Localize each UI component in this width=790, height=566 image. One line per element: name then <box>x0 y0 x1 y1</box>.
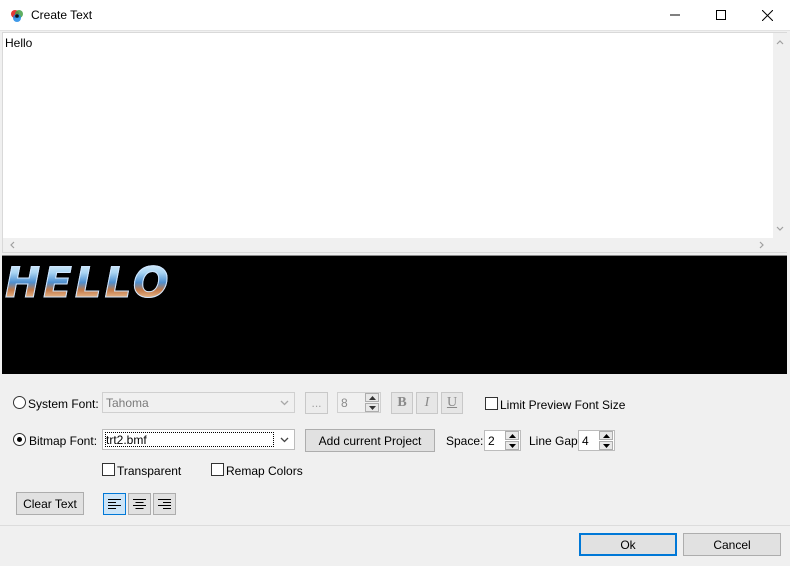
font-size-value: 8 <box>341 396 348 410</box>
close-button[interactable] <box>744 0 790 30</box>
italic-button[interactable]: I <box>416 392 438 414</box>
space-down[interactable] <box>505 441 519 450</box>
transparent-label: Transparent <box>117 464 182 478</box>
bitmap-font-label: Bitmap Font: <box>29 434 98 448</box>
close-icon <box>761 9 773 21</box>
clear-text-button[interactable]: Clear Text <box>16 492 84 515</box>
scroll-up-arrow[interactable] <box>773 35 787 49</box>
minimize-button[interactable] <box>652 0 698 30</box>
align-center-button[interactable] <box>128 493 151 515</box>
align-right-icon <box>158 498 171 509</box>
line-gap-stepper[interactable]: 4 <box>578 430 615 451</box>
horizontal-scrollbar[interactable] <box>3 238 773 252</box>
align-left-button[interactable] <box>103 493 126 515</box>
system-font-radio[interactable] <box>13 396 26 409</box>
rgb-circles-icon <box>11 10 23 22</box>
scrollbar-corner <box>773 238 787 252</box>
triangle-down-icon <box>602 443 610 448</box>
system-font-label: System Font: <box>28 397 99 411</box>
triangle-down-icon <box>368 405 376 410</box>
maximize-button[interactable] <box>698 0 744 30</box>
underline-button[interactable]: U <box>441 392 463 414</box>
preview-text: HELLO <box>5 258 172 308</box>
window-title: Create Text <box>31 8 93 22</box>
chevron-down-icon <box>280 400 289 406</box>
bitmap-font-radio[interactable] <box>13 433 26 446</box>
text-preview: HELLO <box>2 255 787 374</box>
line-gap-up[interactable] <box>599 431 613 440</box>
space-up[interactable] <box>505 431 519 440</box>
browse-font-button[interactable]: ... <box>305 392 328 414</box>
align-left-icon <box>108 498 121 509</box>
line-gap-value: 4 <box>582 434 589 448</box>
chevron-down-icon <box>776 226 784 231</box>
cancel-button[interactable]: Cancel <box>683 533 781 556</box>
bold-button[interactable]: B <box>391 392 413 414</box>
space-stepper[interactable]: 2 <box>484 430 521 451</box>
triangle-up-icon <box>602 433 610 438</box>
chevron-down-icon <box>280 437 289 443</box>
bitmap-font-select[interactable]: trt2.bmf <box>102 429 295 450</box>
text-editor[interactable]: Hello <box>2 32 787 253</box>
bitmap-font-value: trt2.bmf <box>106 433 147 447</box>
remap-colors-label: Remap Colors <box>226 464 303 478</box>
maximize-icon <box>716 10 726 20</box>
system-font-select[interactable]: Tahoma <box>102 392 295 413</box>
chevron-up-icon <box>776 40 784 45</box>
system-font-value: Tahoma <box>106 396 149 410</box>
transparent-checkbox[interactable] <box>102 463 115 476</box>
align-right-button[interactable] <box>153 493 176 515</box>
font-size-down[interactable] <box>365 403 379 412</box>
scroll-right-arrow[interactable] <box>755 238 769 252</box>
ok-button[interactable]: Ok <box>579 533 677 556</box>
align-center-icon <box>133 498 146 509</box>
minimize-icon <box>670 14 680 16</box>
add-current-project-button[interactable]: Add current Project <box>305 429 435 452</box>
scroll-down-arrow[interactable] <box>773 222 787 236</box>
triangle-up-icon <box>508 433 516 438</box>
triangle-down-icon <box>508 443 516 448</box>
space-label: Space: <box>446 434 484 448</box>
limit-preview-label: Limit Preview Font Size <box>500 398 626 412</box>
limit-preview-checkbox[interactable] <box>485 397 498 410</box>
line-gap-down[interactable] <box>599 441 613 450</box>
remap-colors-checkbox[interactable] <box>211 463 224 476</box>
vertical-scrollbar[interactable] <box>773 33 787 239</box>
line-gap-label: Line Gap: <box>529 434 582 448</box>
editor-content[interactable]: Hello <box>5 36 32 50</box>
triangle-up-icon <box>368 395 376 400</box>
chevron-left-icon <box>10 241 15 249</box>
scroll-left-arrow[interactable] <box>5 238 19 252</box>
font-size-up[interactable] <box>365 393 379 402</box>
font-size-stepper[interactable]: 8 <box>337 392 381 413</box>
chevron-right-icon <box>759 241 764 249</box>
space-value: 2 <box>488 434 495 448</box>
title-bar: Create Text <box>0 0 790 31</box>
